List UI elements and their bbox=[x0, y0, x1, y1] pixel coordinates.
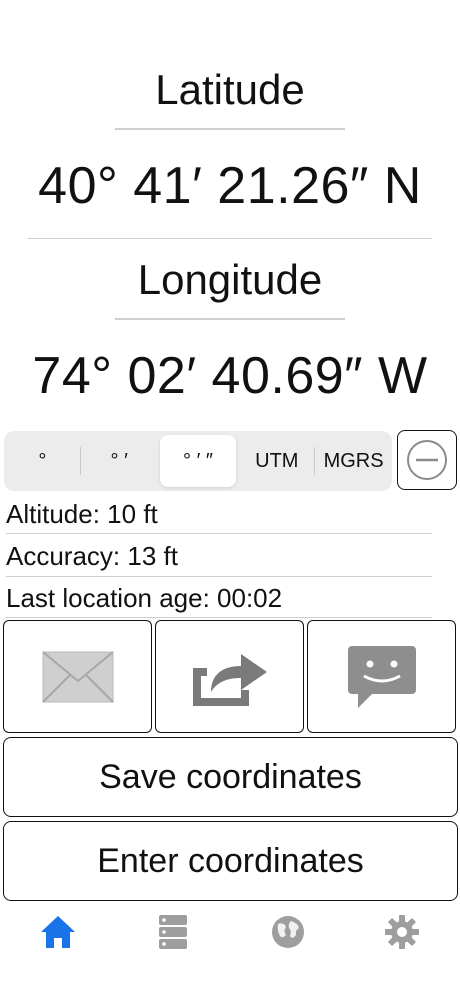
longitude-label-divider bbox=[115, 318, 345, 320]
gear-icon bbox=[385, 915, 419, 949]
divider bbox=[6, 617, 432, 618]
mail-icon bbox=[41, 650, 114, 703]
remove-button[interactable] bbox=[397, 430, 457, 490]
format-option-utm[interactable]: UTM bbox=[238, 435, 315, 487]
email-button[interactable] bbox=[3, 620, 152, 733]
accuracy-text: Accuracy: 13 ft bbox=[6, 541, 178, 571]
divider bbox=[6, 533, 432, 534]
tab-home[interactable] bbox=[33, 912, 83, 952]
enter-coordinates-button[interactable]: Enter coordinates bbox=[3, 821, 458, 901]
divider bbox=[28, 238, 432, 239]
tab-saved[interactable] bbox=[148, 912, 198, 952]
longitude-value: 74° 02′ 40.69″ W bbox=[32, 347, 428, 405]
latitude-label-divider bbox=[115, 128, 345, 130]
altitude-text: Altitude: 10 ft bbox=[6, 499, 158, 529]
globe-icon bbox=[272, 916, 304, 948]
latitude-value: 40° 41′ 21.26″ N bbox=[38, 157, 422, 215]
latitude-label: Latitude bbox=[155, 66, 305, 113]
tab-settings[interactable] bbox=[377, 912, 427, 952]
divider bbox=[6, 576, 432, 577]
coordinate-format-selector[interactable]: ° ° ′ ° ′ ″ UTM MGRS bbox=[4, 431, 392, 491]
home-icon bbox=[41, 916, 75, 948]
message-icon bbox=[347, 645, 416, 708]
format-option-degrees-minutes-seconds[interactable]: ° ′ ″ bbox=[159, 435, 237, 487]
minus-circle-icon bbox=[407, 440, 447, 480]
location-age-text: Last location age: 00:02 bbox=[6, 583, 283, 613]
format-option-degrees-minutes[interactable]: ° ′ bbox=[81, 435, 158, 487]
format-option-mgrs[interactable]: MGRS bbox=[315, 435, 392, 487]
tab-map[interactable] bbox=[263, 912, 313, 952]
format-option-degrees[interactable]: ° bbox=[4, 435, 81, 487]
share-icon bbox=[192, 653, 267, 706]
share-button[interactable] bbox=[155, 620, 304, 733]
longitude-label: Longitude bbox=[137, 256, 323, 303]
storage-icon bbox=[159, 915, 187, 949]
message-button[interactable] bbox=[307, 620, 456, 733]
save-coordinates-button[interactable]: Save coordinates bbox=[3, 737, 458, 817]
